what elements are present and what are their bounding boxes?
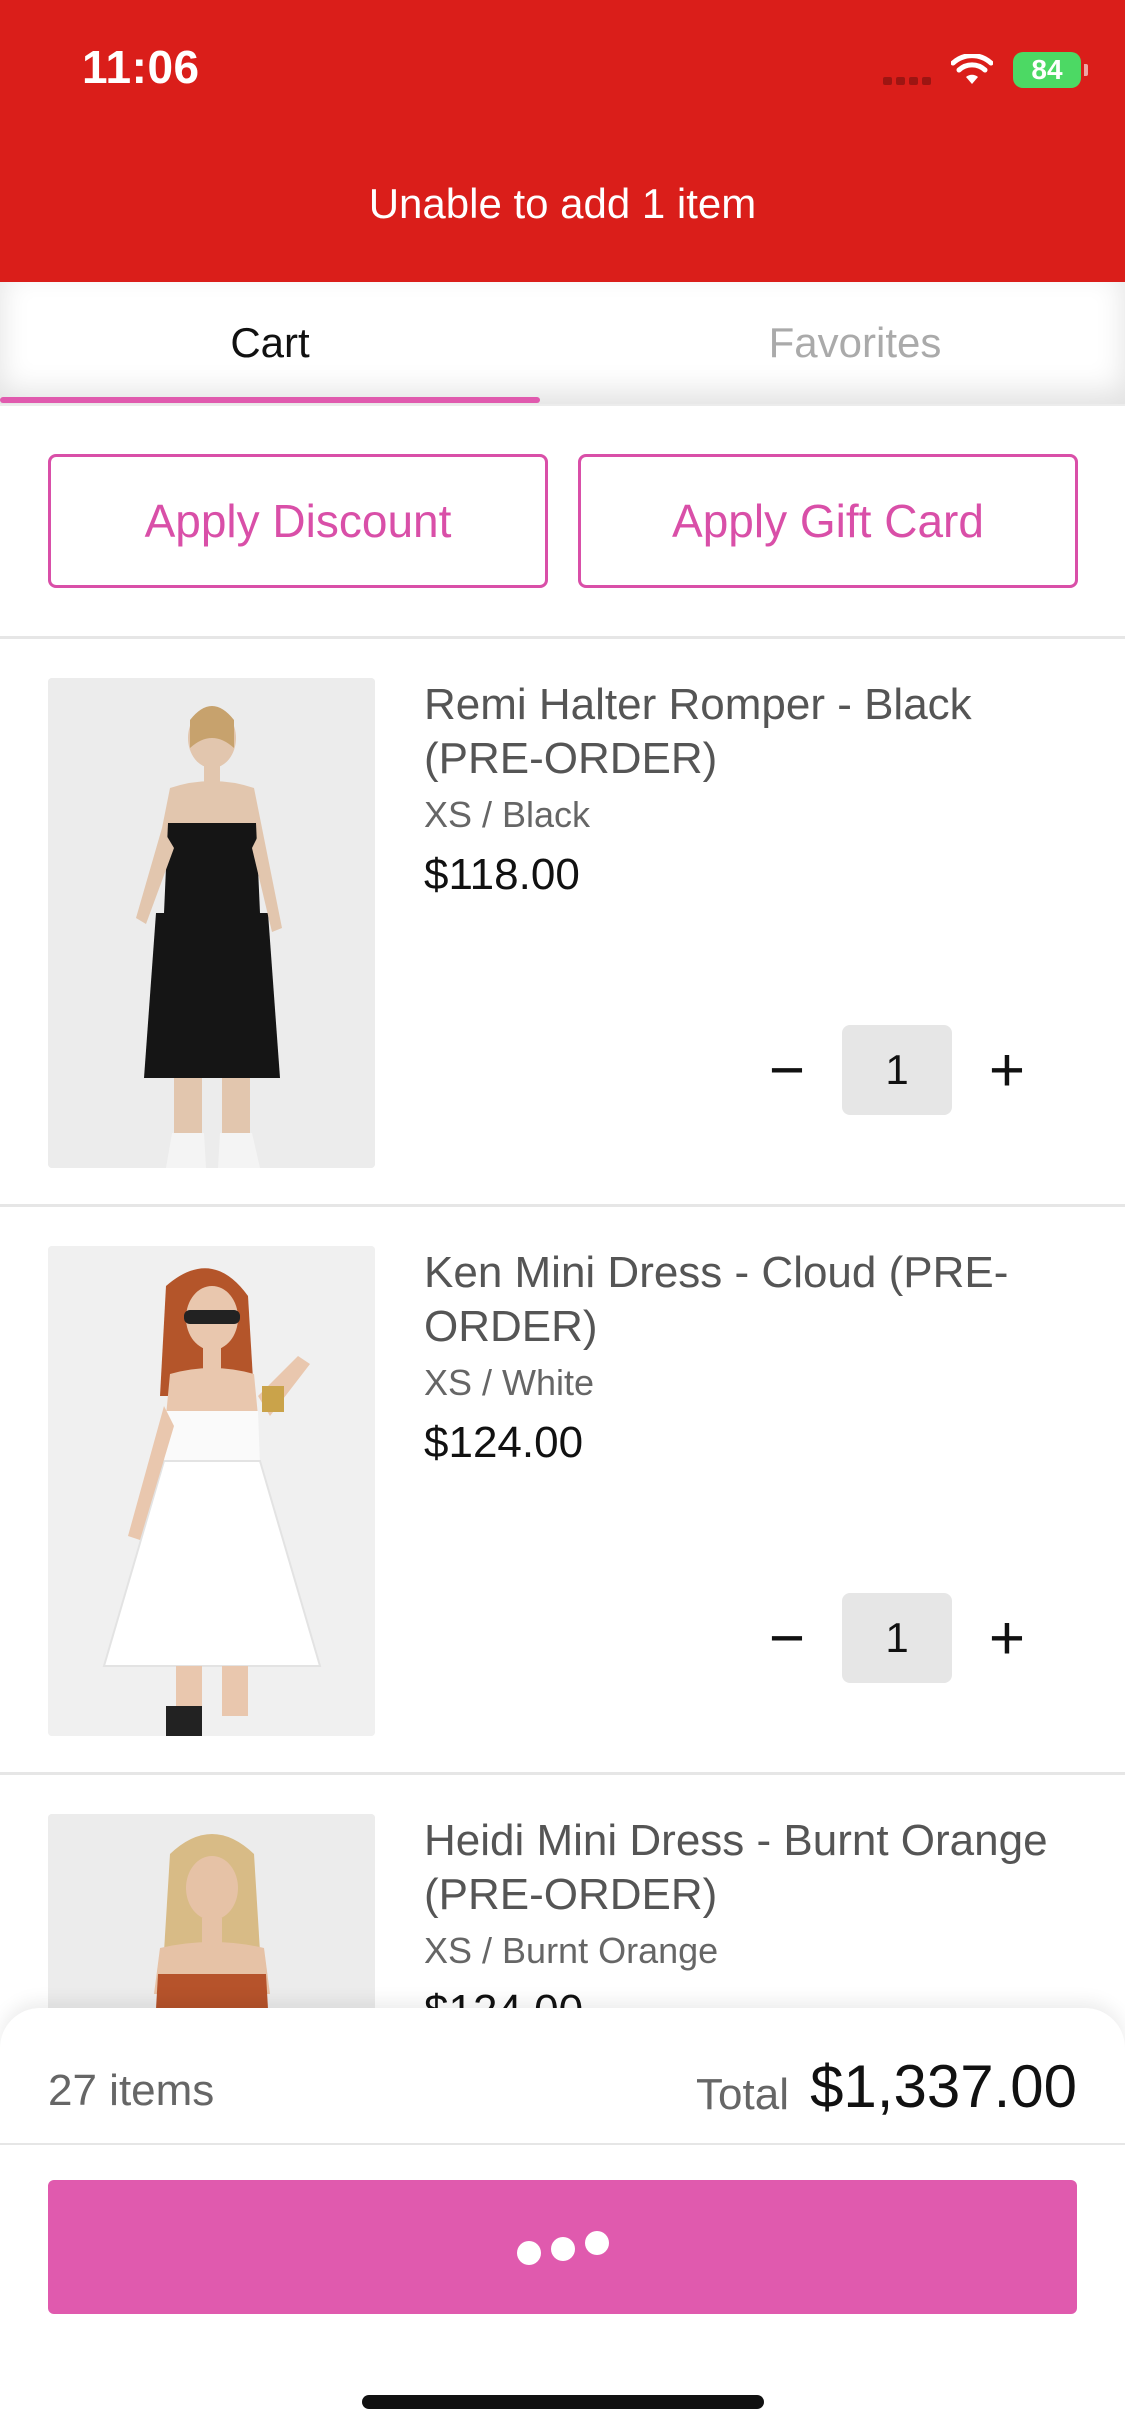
quantity-value[interactable]: 1 — [842, 1025, 952, 1115]
signal-icon — [883, 55, 931, 85]
loading-dots-icon — [516, 2229, 609, 2265]
item-variant: XS / Black — [424, 794, 591, 835]
item-price: $124.00 — [424, 1418, 584, 1467]
divider — [0, 2143, 1125, 2145]
quantity-stepper: − 1 + — [740, 1593, 1054, 1683]
quantity-stepper: − 1 + — [740, 1025, 1054, 1115]
item-count: 27 items — [48, 2066, 215, 2115]
tab-favorites[interactable]: Favorites — [585, 282, 1125, 404]
error-banner: 11:06 84 Unable to add 1 item — [0, 0, 1125, 282]
quantity-value[interactable]: 1 — [842, 1593, 952, 1683]
cart-item: Remi Halter Romper - Black (PRE-ORDER) X… — [0, 638, 1125, 1204]
decrease-quantity-button[interactable]: − — [740, 1025, 834, 1115]
cart-item: Ken Mini Dress - Cloud (PRE-ORDER) XS / … — [0, 1206, 1125, 1772]
tab-cart[interactable]: Cart — [0, 282, 540, 404]
product-image[interactable] — [48, 1246, 375, 1736]
total-label: Total — [696, 2070, 789, 2119]
active-tab-indicator — [0, 397, 540, 403]
apply-gift-card-button[interactable]: Apply Gift Card — [578, 454, 1078, 588]
item-title[interactable]: Heidi Mini Dress - Burnt Orange (PRE-ORD… — [424, 1814, 1084, 1922]
decrease-quantity-button[interactable]: − — [740, 1593, 834, 1683]
product-image[interactable] — [48, 678, 375, 1168]
item-title[interactable]: Remi Halter Romper - Black (PRE-ORDER) — [424, 678, 1084, 786]
item-price: $118.00 — [424, 850, 580, 899]
banner-message: Unable to add 1 item — [368, 180, 757, 227]
status-icons: 84 — [883, 48, 1088, 92]
battery-level: 84 — [1031, 54, 1063, 85]
apply-discount-button[interactable]: Apply Discount — [48, 454, 548, 588]
wifi-icon — [951, 54, 993, 84]
item-title[interactable]: Ken Mini Dress - Cloud (PRE-ORDER) — [424, 1246, 1084, 1354]
increase-quantity-button[interactable]: + — [960, 1025, 1054, 1115]
battery-icon: 84 — [1013, 52, 1088, 88]
item-variant: XS / White — [424, 1362, 595, 1403]
home-indicator[interactable] — [362, 2395, 764, 2409]
increase-quantity-button[interactable]: + — [960, 1593, 1054, 1683]
status-time: 11:06 — [82, 41, 200, 93]
item-variant: XS / Burnt Orange — [424, 1930, 719, 1971]
cart-tabs: Cart Favorites — [0, 282, 1125, 406]
total-amount: $1,337.00 — [810, 2053, 1077, 2120]
checkout-summary-sheet: 27 items Total $1,337.00 — [0, 2008, 1125, 2436]
checkout-button[interactable] — [48, 2180, 1077, 2314]
